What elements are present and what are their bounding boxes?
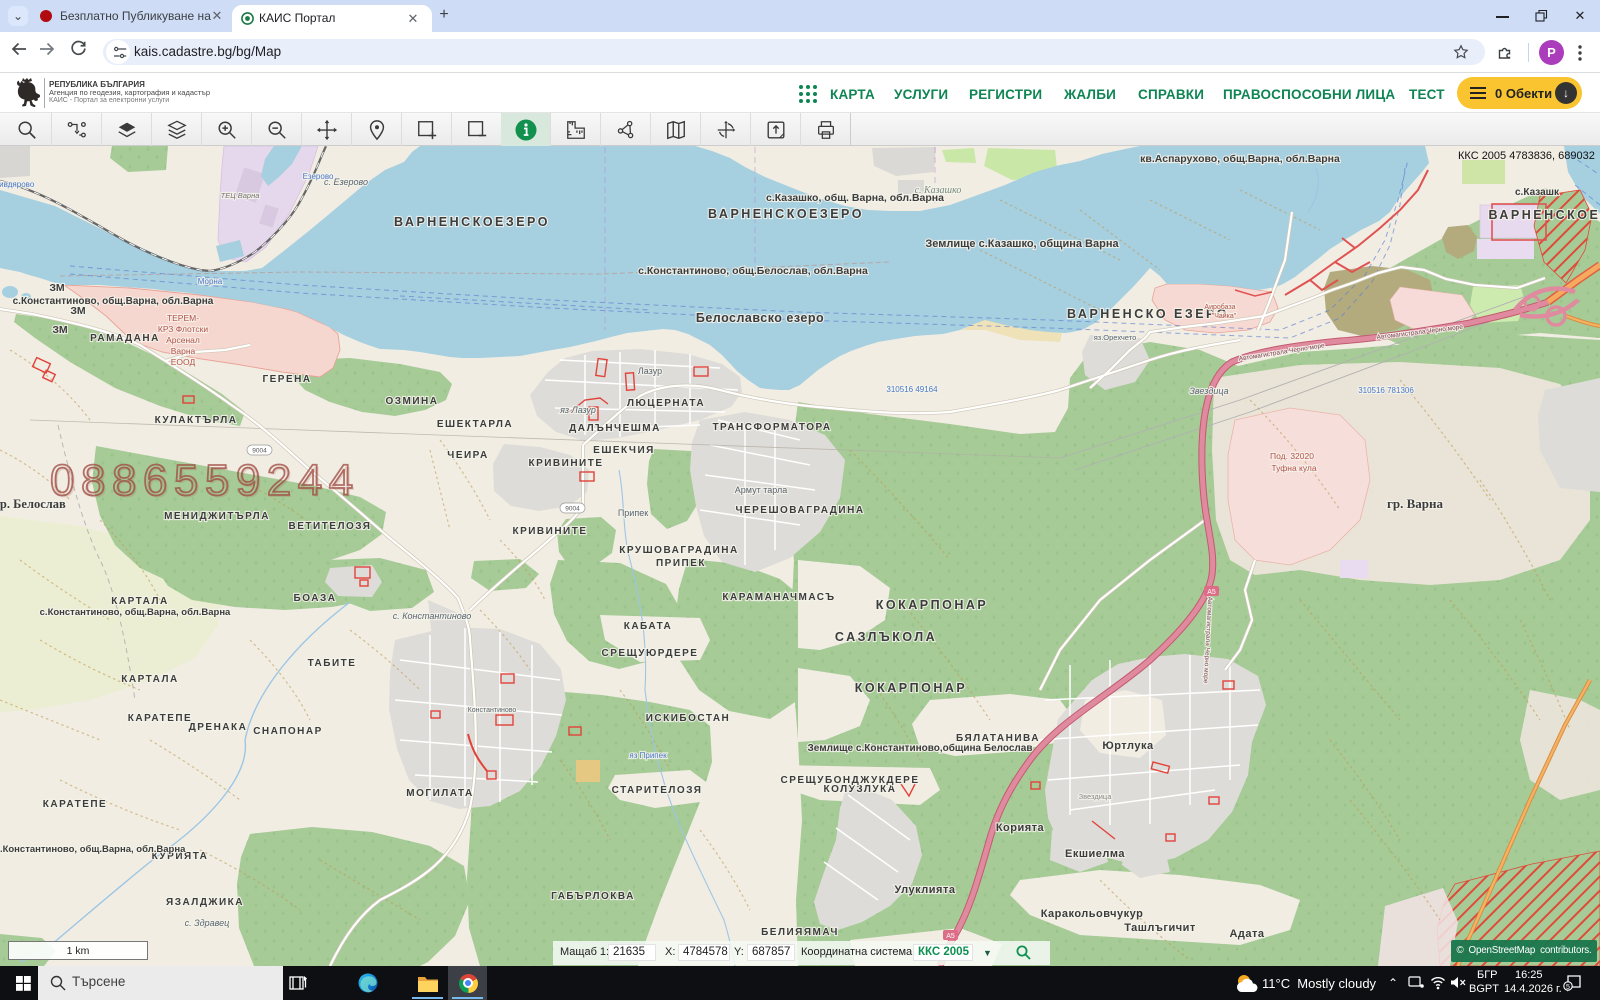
svg-text:Землище с.Казашко, община Варн: Землище с.Казашко, община Варна bbox=[925, 238, 1119, 250]
svg-text:А5: А5 bbox=[1207, 589, 1216, 596]
svg-text:Каракольовчукур: Каракольовчукур bbox=[1041, 908, 1144, 920]
svg-text:КАРТАЛА: КАРТАЛА bbox=[121, 674, 178, 685]
svg-text:Екшиелма: Екшиелма bbox=[1065, 848, 1125, 860]
svg-text:ЧЕРЕШОВАГРАДИНА: ЧЕРЕШОВАГРАДИНА bbox=[735, 505, 864, 516]
svg-text:ДРЕНАКА: ДРЕНАКА bbox=[189, 722, 248, 733]
svg-text:ПРИПЕК: ПРИПЕК bbox=[656, 558, 706, 569]
svg-text:ГАБЪРЛОКВА: ГАБЪРЛОКВА bbox=[551, 891, 635, 902]
svg-text:Армут тарла: Армут тарла bbox=[735, 485, 787, 495]
svg-text:СРЕЩУЮРДЕРЕ: СРЕЩУЮРДЕРЕ bbox=[602, 648, 699, 659]
svg-text:Звездица: Звездица bbox=[1189, 386, 1228, 396]
svg-text:КУЛАКТЪРЛА: КУЛАКТЪРЛА bbox=[155, 415, 238, 426]
svg-text:Морна: Морна bbox=[198, 277, 223, 286]
svg-text:ОЗМИНА: ОЗМИНА bbox=[385, 396, 438, 407]
svg-text:Припек: Припек bbox=[618, 508, 648, 518]
svg-text:КАРАТЕПЕ: КАРАТЕПЕ bbox=[43, 799, 107, 810]
svg-text:310516 49164: 310516 49164 bbox=[886, 385, 938, 394]
svg-text:с. Здравец: с. Здравец bbox=[185, 918, 230, 928]
svg-text:Езерово: Езерово bbox=[303, 172, 334, 181]
svg-text:ЕШЕКЧИЯ: ЕШЕКЧИЯ bbox=[593, 445, 655, 456]
svg-text:5: 5 bbox=[1566, 984, 1570, 991]
svg-text:ВАРНЕНСКОЕЗЕ: ВАРНЕНСКОЕЗЕ bbox=[1488, 208, 1600, 222]
svg-text:9004: 9004 bbox=[565, 506, 580, 513]
svg-text:Корията: Корията bbox=[996, 822, 1045, 834]
svg-text:КАРТАЛА: КАРТАЛА bbox=[111, 596, 168, 607]
svg-text:Землище с.Константиново,община: Землище с.Константиново,община Белослав bbox=[808, 742, 1033, 754]
svg-text:ИСКИБОСТАН: ИСКИБОСТАН bbox=[646, 713, 731, 724]
svg-text:ЧЕИРА: ЧЕИРА bbox=[447, 450, 488, 461]
svg-text:РАМАДАНА: РАМАДАНА bbox=[90, 333, 160, 344]
svg-text:Адата: Адата bbox=[1229, 928, 1264, 940]
svg-text:Звездица: Звездица bbox=[1079, 792, 1113, 801]
svg-text:Арсенал: Арсенал bbox=[166, 335, 200, 345]
svg-text:ЕООД: ЕООД bbox=[171, 357, 196, 367]
svg-text:ВАРНЕНСКОЕЗЕРО: ВАРНЕНСКОЕЗЕРО bbox=[708, 207, 864, 221]
svg-text:"Чайка": "Чайка" bbox=[1212, 312, 1237, 320]
svg-text:с. Константиново: с. Константиново bbox=[393, 611, 472, 621]
svg-text:Юртлука: Юртлука bbox=[1102, 740, 1154, 752]
svg-text:кв.Аспарухово, общ.Варна, обл.: кв.Аспарухово, общ.Варна, обл.Варна bbox=[1140, 153, 1340, 165]
svg-text:МЕНИДЖИТЪРЛА: МЕНИДЖИТЪРЛА bbox=[164, 511, 270, 522]
svg-text:Лазур: Лазур bbox=[638, 366, 662, 376]
svg-text:БОАЗА: БОАЗА bbox=[294, 593, 337, 604]
svg-text:Константиново: Константиново bbox=[468, 707, 517, 714]
svg-text:310516 781306: 310516 781306 bbox=[1358, 386, 1414, 395]
svg-text:гр. Варна: гр. Варна bbox=[1387, 496, 1444, 511]
svg-text:ЛЮЦЕРНАТА: ЛЮЦЕРНАТА bbox=[627, 398, 705, 409]
svg-text:ТЕЦ Варна: ТЕЦ Варна bbox=[221, 191, 260, 200]
svg-text:СРЕЩУБОНДЖУКДЕРЕ: СРЕЩУБОНДЖУКДЕРЕ bbox=[780, 775, 919, 786]
svg-text:КРИВИНИТЕ: КРИВИНИТЕ bbox=[512, 526, 587, 537]
svg-text:ГЕРЕНА: ГЕРЕНА bbox=[262, 374, 311, 385]
svg-text:КРИВИНИТЕ: КРИВИНИТЕ bbox=[528, 458, 603, 469]
svg-text:ЕШЕКТАРЛА: ЕШЕКТАРЛА bbox=[437, 419, 513, 430]
svg-text:КОКАРПОНАР: КОКАРПОНАР bbox=[876, 598, 988, 612]
svg-text:Белославско езеро: Белославско езеро bbox=[696, 311, 824, 325]
svg-text:ЗМ: ЗМ bbox=[52, 324, 68, 336]
svg-text:КРУШОВАГРАДИНА: КРУШОВАГРАДИНА bbox=[619, 545, 738, 556]
svg-text:БЕЛИЯЯМАЧ: БЕЛИЯЯМАЧ bbox=[761, 927, 839, 938]
svg-text:ДАЛЪНЧЕШМА: ДАЛЪНЧЕШМА bbox=[569, 423, 661, 434]
svg-text:ТРАНСФОРМАТОРА: ТРАНСФОРМАТОРА bbox=[712, 422, 831, 433]
svg-text:КРЗ Флотски: КРЗ Флотски bbox=[158, 324, 208, 334]
svg-text:ВЕТИТЕЛОЗЯ: ВЕТИТЕЛОЗЯ bbox=[289, 521, 372, 532]
svg-text:ВАРНЕНСКОЕЗЕРО: ВАРНЕНСКОЕЗЕРО bbox=[394, 215, 550, 229]
svg-text:Туфна кула: Туфна кула bbox=[1271, 463, 1316, 473]
svg-text:с.Константиново, общ.Белослав,: с.Константиново, общ.Белослав, обл.Варна bbox=[638, 265, 868, 277]
svg-text:Под. 32020: Под. 32020 bbox=[1270, 451, 1314, 461]
svg-text:с.Константиново, общ.Варна, об: с.Константиново, общ.Варна, обл.Варна bbox=[40, 607, 231, 618]
svg-text:Улуклията: Улуклията bbox=[895, 884, 956, 896]
svg-text:Дивдярово: Дивдярово bbox=[0, 180, 35, 189]
svg-text:Аиробаза: Аиробаза bbox=[1204, 303, 1235, 311]
svg-text:ЯЗАЛДЖИКА: ЯЗАЛДЖИКА bbox=[166, 897, 244, 908]
svg-text:яз Припек: яз Припек bbox=[629, 751, 667, 760]
svg-text:А5: А5 bbox=[946, 933, 955, 940]
svg-text:КАБАТА: КАБАТА bbox=[624, 621, 673, 632]
svg-text:ЗМ: ЗМ bbox=[49, 282, 65, 294]
svg-text:МОГИЛАТА: МОГИЛАТА bbox=[406, 788, 473, 799]
svg-text:СТАРИТЕЛОЗЯ: СТАРИТЕЛОЗЯ bbox=[612, 785, 703, 796]
svg-text:ЗМ: ЗМ bbox=[70, 305, 86, 317]
svg-text:9004: 9004 bbox=[252, 448, 267, 455]
svg-text:СНАПОНАР: СНАПОНАР bbox=[253, 726, 323, 737]
svg-text:ТЕРЕМ-: ТЕРЕМ- bbox=[167, 313, 199, 323]
svg-text:с.Константиново, общ.Варна, об: с.Константиново, общ.Варна, обл.Варна bbox=[13, 295, 214, 307]
svg-text:КАРАТЕПЕ: КАРАТЕПЕ bbox=[128, 713, 192, 724]
svg-text:Ташлъгичит: Ташлъгичит bbox=[1124, 922, 1196, 934]
svg-text:яз Лазур: яз Лазур bbox=[559, 405, 596, 415]
svg-text:КОКАРПОНАР: КОКАРПОНАР bbox=[855, 681, 967, 695]
svg-text:с.Казашк: с.Казашк bbox=[1515, 187, 1560, 198]
svg-text:ТАБИТЕ: ТАБИТЕ bbox=[308, 658, 357, 669]
svg-text:с. Казашко: с. Казашко bbox=[915, 185, 962, 196]
svg-text:Варна: Варна bbox=[171, 346, 196, 356]
svg-text:САЗЛЪКОЛА: САЗЛЪКОЛА bbox=[835, 630, 937, 644]
svg-text:с.Константиново, общ.Варна, об: с.Константиново, общ.Варна, обл.Варна bbox=[0, 844, 186, 855]
svg-text:яз.Орехчето: яз.Орехчето bbox=[1094, 333, 1137, 342]
svg-text:КАРАМАНАЧМАСЪ: КАРАМАНАЧМАСЪ bbox=[722, 592, 835, 603]
